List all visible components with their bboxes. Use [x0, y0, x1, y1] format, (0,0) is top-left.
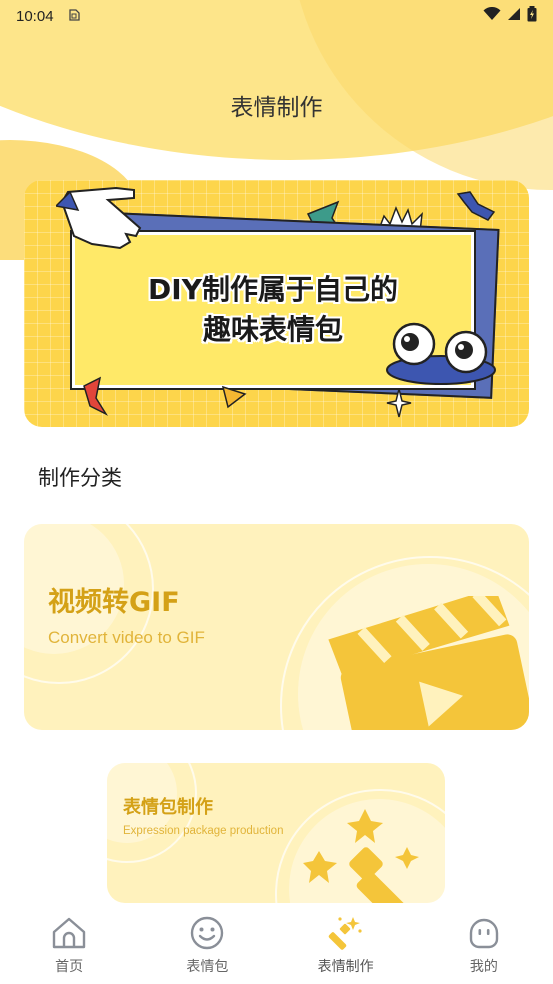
- tab-label: 我的: [469, 959, 498, 975]
- clapperboard-icon: [328, 596, 529, 730]
- card-subtitle: Expression package production: [123, 825, 284, 837]
- tab-label: 表情制作: [317, 959, 374, 975]
- card-title: 视频转GIF: [48, 587, 180, 618]
- card-subtitle: Convert video to GIF: [48, 628, 205, 647]
- tab-stickers[interactable]: 表情包: [138, 904, 276, 984]
- tab-label: 首页: [55, 959, 84, 975]
- bottom-tab-bar: 首页 表情包 表情制作 我的: [0, 904, 553, 984]
- triangle-decoration-icon: [221, 385, 247, 409]
- tab-mine[interactable]: 我的: [415, 904, 553, 984]
- magic-wand-icon: [327, 914, 365, 952]
- tab-home[interactable]: 首页: [0, 904, 138, 984]
- pointing-hand-icon: [56, 186, 142, 250]
- page-title: 表情制作: [230, 95, 323, 121]
- promo-banner[interactable]: DIY制作属于自己的 趣味表情包: [24, 180, 529, 427]
- signal-icon: [507, 7, 521, 25]
- sparkle-decoration-icon: [386, 388, 412, 418]
- banner-headline-line2: 趣味表情包: [202, 313, 343, 346]
- section-title-categories: 制作分类: [38, 466, 122, 490]
- status-time: 10:04: [16, 7, 54, 25]
- banner-headline-line1: DIY制作属于自己的: [148, 273, 398, 306]
- ribbon-decoration-icon: [456, 191, 496, 221]
- expression-package-card[interactable]: 表情包制作 Expression package production: [107, 763, 445, 903]
- card-title: 表情包制作: [123, 797, 213, 818]
- ghost-face-icon: [465, 914, 503, 952]
- home-icon: [50, 914, 88, 952]
- ribbon-decoration-icon: [83, 376, 109, 416]
- sim-card-icon: [68, 8, 80, 24]
- battery-icon: [527, 6, 537, 26]
- video-to-gif-card[interactable]: 视频转GIF Convert video to GIF: [24, 524, 529, 730]
- tab-make-sticker[interactable]: 表情制作: [277, 904, 415, 984]
- magic-wand-icon: [303, 809, 419, 903]
- smiley-icon: [188, 914, 226, 952]
- wifi-icon: [483, 6, 501, 25]
- tab-label: 表情包: [186, 959, 229, 975]
- status-bar: 10:04: [0, 0, 553, 32]
- cartoon-eyes-icon: [386, 322, 496, 385]
